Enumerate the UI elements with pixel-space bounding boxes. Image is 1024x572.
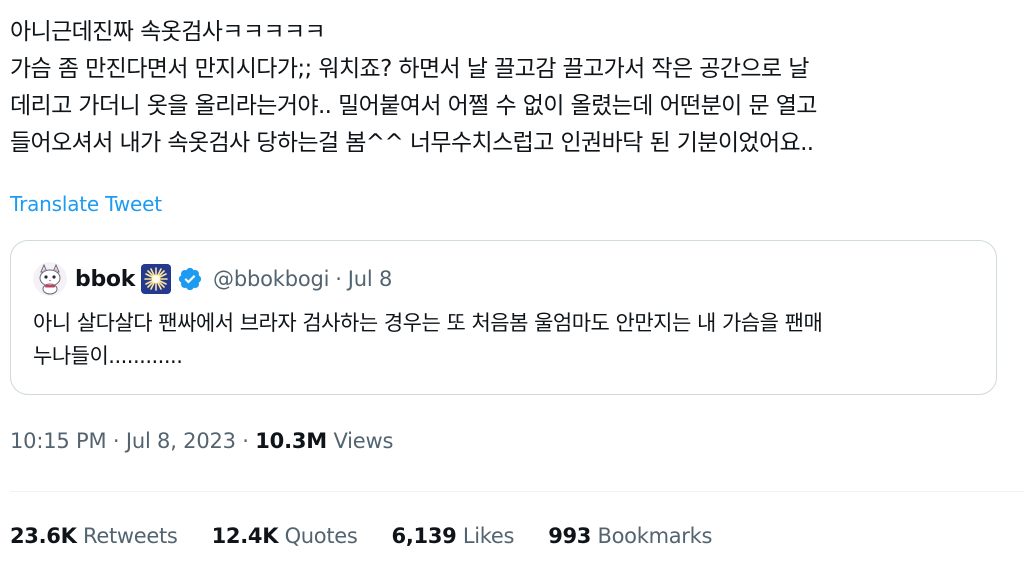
stat-count: 6,139 bbox=[391, 524, 457, 548]
quoted-tweet-card[interactable]: bbok @bbokbogi · Jul 8 아니 살다살다 팬싸에서 브라자 … bbox=[10, 240, 997, 395]
retweets-stat[interactable]: 23.6K Retweets bbox=[10, 521, 178, 551]
sparkle-emoji-icon bbox=[141, 264, 172, 294]
quoted-display-name[interactable]: bbok bbox=[75, 267, 135, 292]
tweet-text-line: 데리고 가더니 옷을 올리라는거야.. 밀어붙여서 어쩔 수 없이 올렸는데 어… bbox=[10, 93, 817, 119]
quoted-handle[interactable]: @bbokbogi bbox=[213, 267, 329, 291]
translate-tweet-link[interactable]: Translate Tweet bbox=[10, 190, 162, 218]
tweet-text-line: 아니근데진짜 속옷검사ㅋㅋㅋㅋㅋ bbox=[10, 19, 326, 45]
likes-stat[interactable]: 6,139 Likes bbox=[392, 521, 515, 551]
stat-count: 23.6K bbox=[10, 524, 77, 548]
divider bbox=[10, 491, 1024, 492]
bookmarks-stat[interactable]: 993 Bookmarks bbox=[548, 521, 712, 551]
cat-avatar-icon[interactable] bbox=[33, 262, 67, 296]
tweet-date[interactable]: Jul 8, 2023 bbox=[126, 429, 236, 453]
stat-label: Likes bbox=[462, 524, 515, 548]
quoted-tweet-header: bbok @bbokbogi · Jul 8 bbox=[33, 262, 393, 296]
views-count: 10.3M bbox=[255, 429, 327, 453]
verified-badge-icon bbox=[178, 267, 202, 291]
quoted-tweet-text: 아니 살다살다 팬싸에서 브라자 검사하는 경우는 또 처음봄 울엄마도 안만지… bbox=[33, 307, 983, 373]
tweet-text: 아니근데진짜 속옷검사ㅋㅋㅋㅋㅋ 가슴 좀 만진다면서 만지시다가;; 워치죠?… bbox=[10, 14, 1015, 162]
stat-count: 12.4K bbox=[211, 524, 279, 548]
tweet-time[interactable]: 10:15 PM bbox=[10, 429, 107, 453]
quoted-text-line: 누나들이............ bbox=[33, 344, 183, 368]
tweet-text-line: 가슴 좀 만진다면서 만지시다가;; 워치죠? 하면서 날 끌고감 끌고가서 작… bbox=[10, 56, 809, 82]
stat-label: Retweets bbox=[82, 524, 178, 548]
quoted-date[interactable]: Jul 8 bbox=[348, 267, 393, 291]
engagement-stats: 23.6K Retweets 12.4K Quotes 6,139 Likes … bbox=[10, 521, 746, 551]
stat-label: Quotes bbox=[284, 524, 358, 548]
stat-count: 993 bbox=[548, 524, 592, 548]
separator-dot: · bbox=[335, 267, 342, 291]
separator-dot: · bbox=[242, 429, 249, 453]
views-label: Views bbox=[333, 429, 394, 453]
separator-dot: · bbox=[112, 429, 120, 453]
quotes-stat[interactable]: 12.4K Quotes bbox=[212, 521, 358, 551]
quoted-text-line: 아니 살다살다 팬싸에서 브라자 검사하는 경우는 또 처음봄 울엄마도 안만지… bbox=[33, 311, 823, 335]
tweet-text-line: 들어오셔서 내가 속옷검사 당하는걸 봄^^ 너무수치스럽고 인권바닥 된 기분… bbox=[10, 130, 814, 156]
stat-label: Bookmarks bbox=[597, 524, 713, 548]
tweet-meta: 10:15 PM · Jul 8, 2023 · 10.3M Views bbox=[10, 426, 393, 456]
